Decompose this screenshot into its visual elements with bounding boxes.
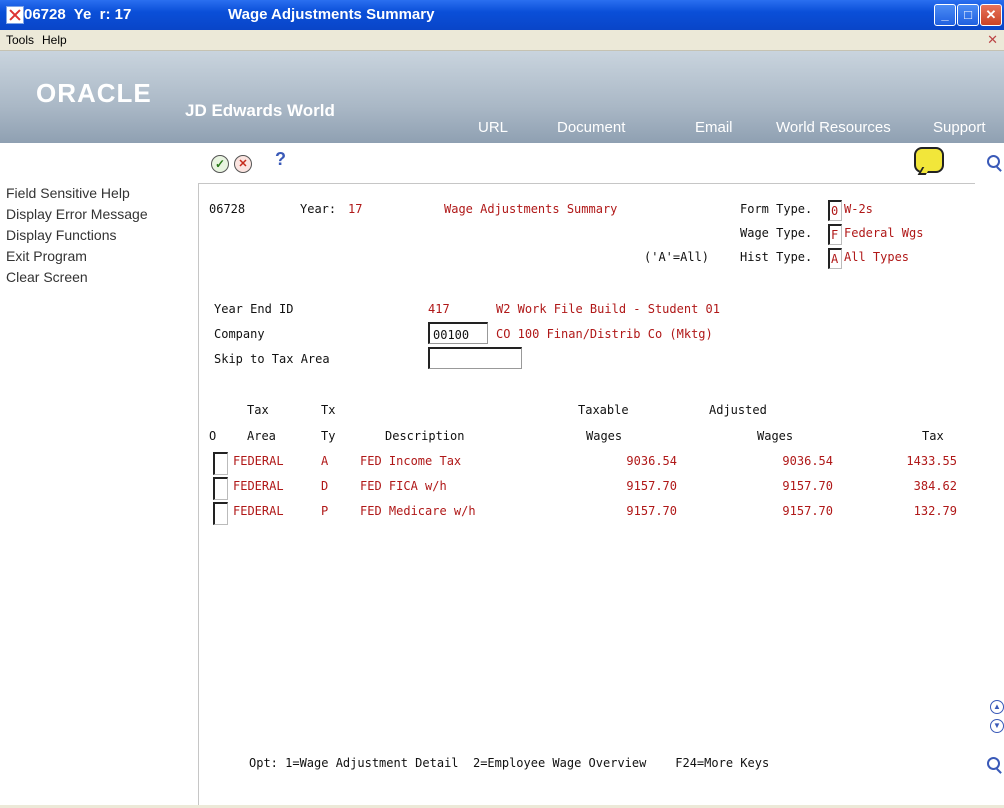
nav-document[interactable]: Document xyxy=(557,119,625,136)
function-sidebar: Field Sensitive Help Display Error Messa… xyxy=(0,143,198,805)
row-adjusted-wages: 9157.70 xyxy=(782,479,833,493)
minimize-button[interactable]: _ xyxy=(934,4,956,26)
window-program-text: 06728 Ye r: 17 xyxy=(24,6,132,23)
close-button[interactable]: ✕ xyxy=(980,4,1002,26)
row-tax-area: FEDERAL xyxy=(233,454,284,468)
col-header-wages: Wages xyxy=(586,429,623,443)
year-end-label: Year End ID xyxy=(214,302,294,316)
wage-type-desc: Federal Wgs xyxy=(844,226,924,240)
hist-type-label: Hist Type. xyxy=(740,250,813,264)
form-type-label: Form Type. xyxy=(740,202,813,216)
row-tax-amount: 1433.55 xyxy=(906,454,957,468)
oracle-banner: ORACLE JD Edwards World URL Document Ema… xyxy=(0,51,1004,143)
year-label: Year: xyxy=(300,202,337,216)
maximize-button[interactable]: □ xyxy=(957,4,979,26)
form-panel: 06728 Year: 17 Wage Adjustments Summary … xyxy=(198,183,975,806)
product-name: JD Edwards World xyxy=(185,101,335,120)
nav-email[interactable]: Email xyxy=(695,119,733,136)
nav-world-resources[interactable]: World Resources xyxy=(776,119,891,136)
row-taxable-wages: 9157.70 xyxy=(626,504,677,518)
col-header-adj-wages: Wages xyxy=(757,429,794,443)
hist-type-field[interactable]: A xyxy=(828,248,842,269)
row-description: FED FICA w/h xyxy=(360,479,447,493)
col-header-ty: Ty xyxy=(321,429,336,443)
row-tax-type: D xyxy=(321,479,329,493)
speech-bubble-icon[interactable] xyxy=(914,147,944,173)
row-tax-type: P xyxy=(321,504,329,518)
row-description: FED Medicare w/h xyxy=(360,504,476,518)
col-header-tax-amount: Tax xyxy=(922,429,944,443)
company-field[interactable]: 00100 xyxy=(428,322,488,344)
col-header-area: Area xyxy=(247,429,276,443)
row-adjusted-wages: 9157.70 xyxy=(782,504,833,518)
form-type-field[interactable]: 0 xyxy=(828,200,842,221)
year-end-value: 417 xyxy=(428,302,450,316)
scroll-up-icon[interactable]: ▲ xyxy=(990,700,1004,714)
form-toolbar: ✓ ✕ ? xyxy=(198,143,1004,183)
check-circle-icon[interactable]: ✓ xyxy=(211,155,229,173)
company-desc: CO 100 Finan/Distrib Co (Mktg) xyxy=(496,327,713,341)
skip-tax-area-field[interactable] xyxy=(428,347,522,369)
row-option-field[interactable] xyxy=(213,452,228,475)
company-label: Company xyxy=(214,327,265,341)
question-icon[interactable]: ? xyxy=(275,149,286,170)
search-icon[interactable] xyxy=(987,757,1000,770)
window-titlebar: 06728 Ye r: 17 Wage Adjustments Summary … xyxy=(0,0,1004,30)
year-end-desc: W2 Work File Build - Student 01 xyxy=(496,302,720,316)
all-hint: ('A'=All) xyxy=(644,250,710,264)
wage-type-label: Wage Type. xyxy=(740,226,813,240)
row-tax-amount: 132.79 xyxy=(913,504,957,518)
sidebar-item-error-message[interactable]: Display Error Message xyxy=(6,206,148,222)
wage-type-field[interactable]: F xyxy=(828,224,842,245)
search-icon[interactable] xyxy=(987,155,1000,168)
year-value: 17 xyxy=(348,202,363,216)
col-header-tax: Tax xyxy=(247,403,269,417)
row-option-field[interactable] xyxy=(213,477,228,500)
row-tax-area: FEDERAL xyxy=(233,479,284,493)
sidebar-item-display-functions[interactable]: Display Functions xyxy=(6,227,117,243)
row-tax-area: FEDERAL xyxy=(233,504,284,518)
sidebar-item-clear-screen[interactable]: Clear Screen xyxy=(6,269,88,285)
menu-bar: Tools Help ✕ xyxy=(0,30,1004,51)
row-option-field[interactable] xyxy=(213,502,228,525)
oracle-logo: ORACLE xyxy=(36,78,152,108)
col-header-tx: Tx xyxy=(321,403,336,417)
row-adjusted-wages: 9036.54 xyxy=(782,454,833,468)
row-tax-amount: 384.62 xyxy=(913,479,957,493)
form-type-desc: W-2s xyxy=(844,202,873,216)
screen-title: Wage Adjustments Summary xyxy=(444,202,618,216)
sidebar-item-exit[interactable]: Exit Program xyxy=(6,248,87,264)
menu-tools[interactable]: Tools xyxy=(6,33,34,47)
sidebar-item-field-help[interactable]: Field Sensitive Help xyxy=(6,185,130,201)
col-header-description: Description xyxy=(385,429,465,443)
col-header-option: O xyxy=(209,429,217,443)
program-id: 06728 xyxy=(209,202,246,216)
menu-help[interactable]: Help xyxy=(42,33,67,47)
window-title: Wage Adjustments Summary xyxy=(228,6,435,23)
row-tax-type: A xyxy=(321,454,329,468)
row-taxable-wages: 9157.70 xyxy=(626,479,677,493)
scroll-down-icon[interactable]: ▼ xyxy=(990,719,1004,733)
x-circle-icon[interactable]: ✕ xyxy=(234,155,252,173)
row-taxable-wages: 9036.54 xyxy=(626,454,677,468)
function-keys-footer: Opt: 1=Wage Adjustment Detail 2=Employee… xyxy=(249,756,770,770)
nav-url[interactable]: URL xyxy=(478,119,508,136)
row-description: FED Income Tax xyxy=(360,454,462,468)
col-header-taxable: Taxable xyxy=(578,403,629,417)
col-header-adjusted: Adjusted xyxy=(709,403,767,417)
app-icon xyxy=(6,6,24,24)
nav-support[interactable]: Support xyxy=(933,119,986,136)
hist-type-desc: All Types xyxy=(844,250,910,264)
menu-corner-icon: ✕ xyxy=(987,32,998,47)
skip-tax-area-label: Skip to Tax Area xyxy=(214,352,330,366)
